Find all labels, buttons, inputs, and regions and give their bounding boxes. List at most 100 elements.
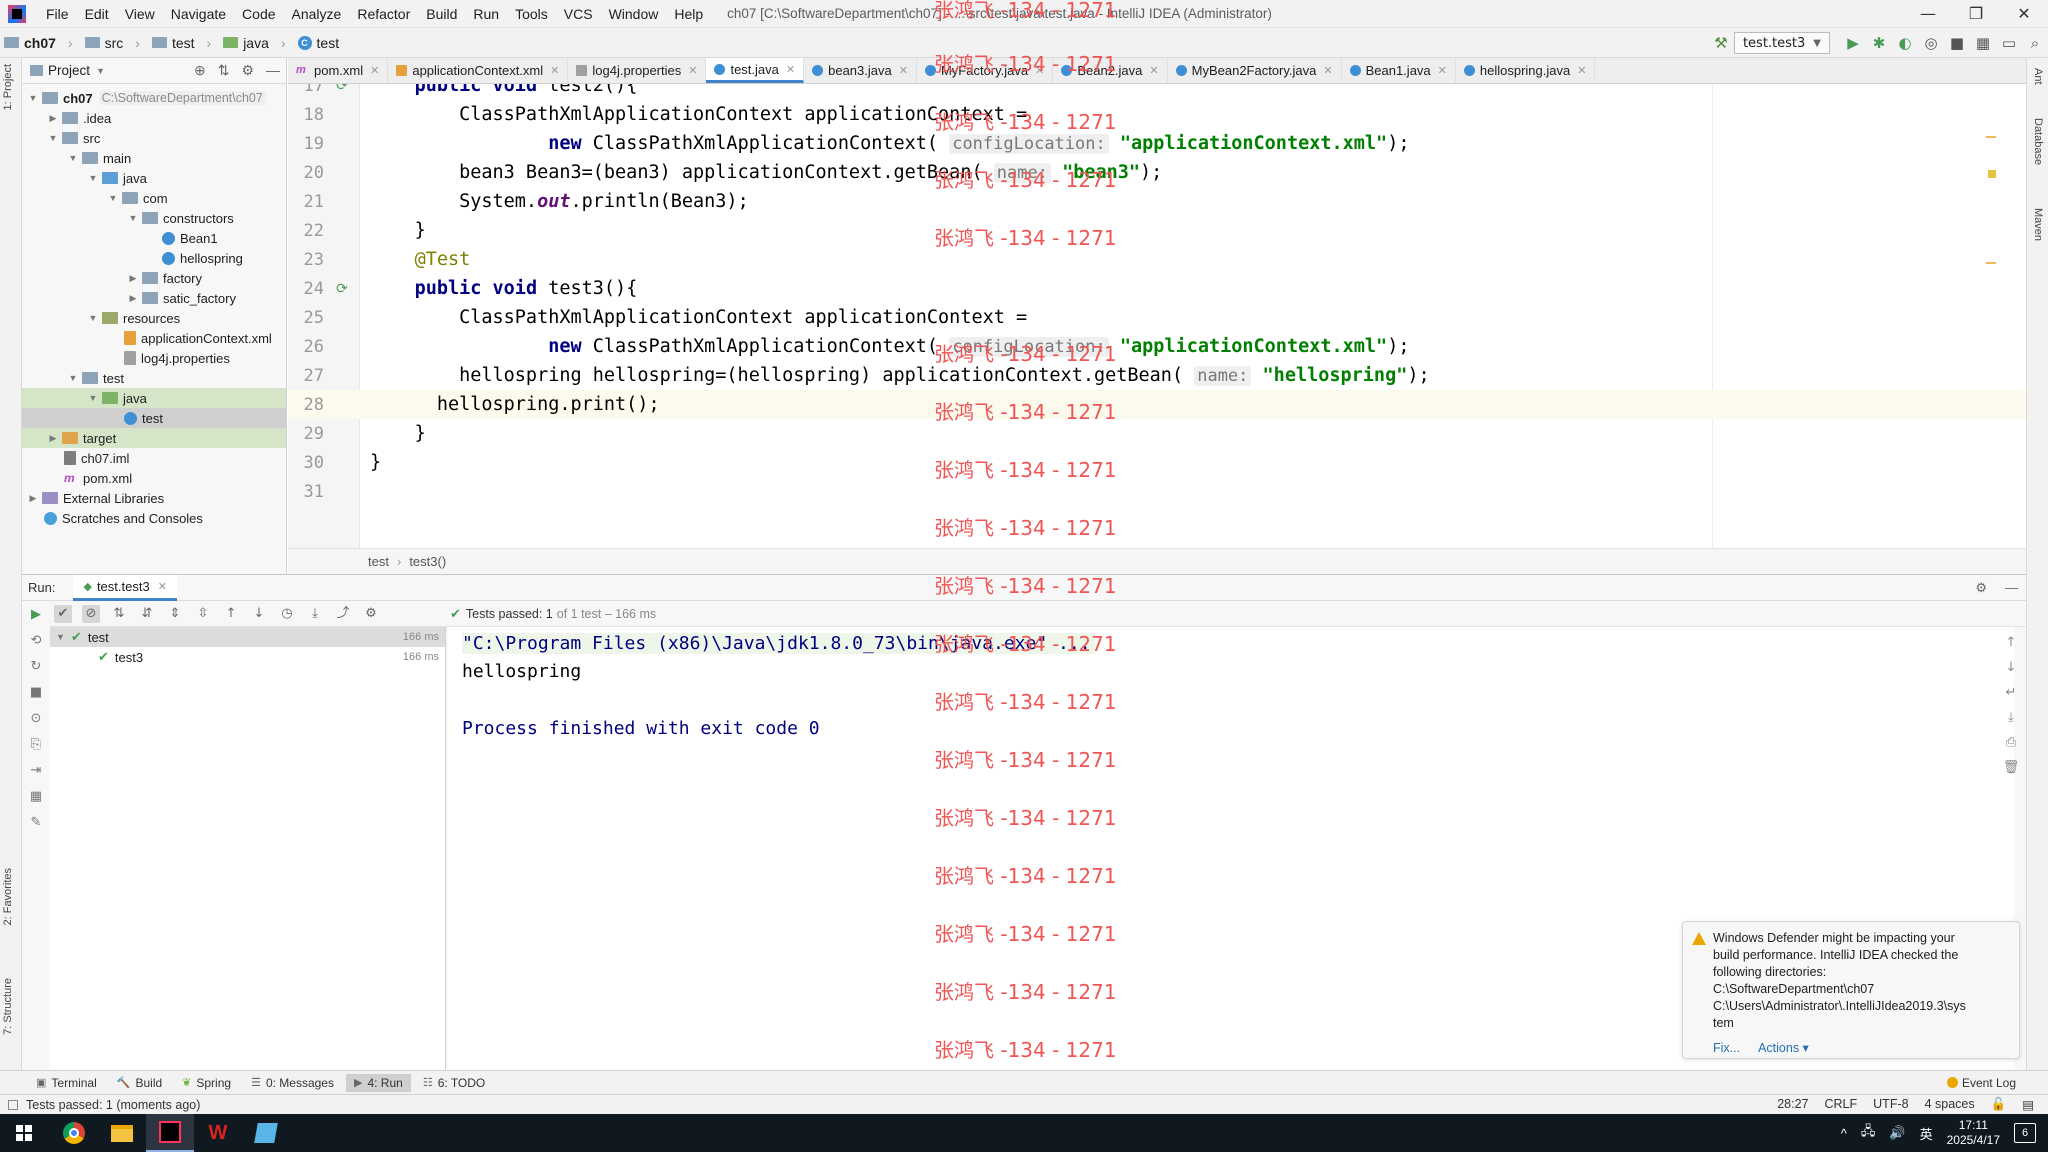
- todo-tab[interactable]: ☷ 6: TODO: [415, 1074, 493, 1092]
- collapse-all-icon[interactable]: ⇳: [194, 605, 212, 623]
- test-suite-row[interactable]: ▼ ✔ test 166 ms: [50, 627, 445, 647]
- menu-build[interactable]: Build: [418, 6, 465, 22]
- tree-item[interactable]: hellospring: [22, 248, 286, 268]
- file-encoding[interactable]: UTF-8: [1873, 1097, 1908, 1112]
- ime-indicator[interactable]: 英: [1920, 1124, 1933, 1143]
- sort-duration-icon[interactable]: ⇵: [138, 605, 156, 623]
- close-icon[interactable]: ✕: [370, 64, 379, 77]
- maximize-button[interactable]: ❐: [1952, 0, 2000, 28]
- trash-icon[interactable]: 🗑: [2003, 760, 2020, 775]
- clock[interactable]: 17:11 2025/4/17: [1947, 1118, 2000, 1148]
- expand-all-icon[interactable]: ⇕: [166, 605, 184, 623]
- layout-icon[interactable]: ▭: [1996, 28, 2022, 58]
- run-config-select[interactable]: test.test3 ▼: [1733, 32, 1830, 54]
- caret-position[interactable]: 28:27: [1777, 1097, 1808, 1112]
- structure-tool-tab[interactable]: 7: Structure: [2, 978, 14, 1035]
- taskbar-explorer[interactable]: [98, 1114, 146, 1152]
- breadcrumb-class[interactable]: test: [368, 554, 389, 569]
- project-panel-title[interactable]: Project: [48, 63, 90, 78]
- chevron-up-icon[interactable]: ^: [1841, 1126, 1847, 1141]
- tree-item[interactable]: ▶ .idea: [22, 108, 286, 128]
- notification-center-icon[interactable]: 6: [2014, 1123, 2036, 1143]
- collapse-all-icon[interactable]: ⇅: [218, 62, 230, 79]
- menu-view[interactable]: View: [117, 6, 163, 22]
- code-line[interactable]: 29 }: [288, 419, 2026, 448]
- database-tool-tab[interactable]: Database: [2032, 118, 2044, 165]
- rerun-icon[interactable]: ▶: [26, 607, 46, 624]
- scroll-to-end-icon[interactable]: ⤓: [2008, 710, 2014, 725]
- tree-item[interactable]: ▶ factory: [22, 268, 286, 288]
- favorites-tool-tab[interactable]: 2: Favorites: [2, 868, 14, 925]
- project-structure-icon[interactable]: ▦: [1970, 28, 1996, 58]
- tree-item[interactable]: ▶ satic_factory: [22, 288, 286, 308]
- indent-setting[interactable]: 4 spaces: [1925, 1097, 1975, 1112]
- line-separator[interactable]: CRLF: [1825, 1097, 1858, 1112]
- code-line[interactable]: 17 ⟳ public void test2(){: [288, 84, 2026, 100]
- tree-item[interactable]: ▶ External Libraries: [22, 488, 286, 508]
- sort-alpha-icon[interactable]: ⇅: [110, 605, 128, 623]
- maven-tool-tab[interactable]: Maven: [2032, 208, 2044, 241]
- code-line-current[interactable]: 28 hellospring.print();: [288, 390, 2026, 419]
- run-tool-tab[interactable]: ▶ 4: Run: [345, 1073, 411, 1092]
- code-line[interactable]: 21 System.out.println(Bean3);: [288, 187, 2026, 216]
- lock-icon[interactable]: 🔓: [1991, 1097, 2007, 1112]
- nav-crumb-test[interactable]: test: [148, 35, 199, 51]
- tool-window-toggle-icon[interactable]: [8, 1099, 18, 1110]
- tree-item[interactable]: ▼ main: [22, 148, 286, 168]
- editor-tab-active[interactable]: test.java ✕: [706, 58, 805, 83]
- close-icon[interactable]: ✕: [1323, 64, 1332, 77]
- code-line[interactable]: 26 new ClassPathXmlApplicationContext( c…: [288, 332, 2026, 361]
- close-icon[interactable]: ✕: [899, 64, 908, 77]
- scroll-marker[interactable]: [1986, 262, 1996, 264]
- tree-item[interactable]: applicationContext.xml: [22, 328, 286, 348]
- tree-item[interactable]: ▼ java: [22, 168, 286, 188]
- editor-tab[interactable]: Bean1.java ✕: [1342, 58, 1456, 83]
- scroll-down-icon[interactable]: ↓: [2006, 660, 2017, 675]
- close-icon[interactable]: ✕: [1149, 64, 1158, 77]
- tree-item[interactable]: Scratches and Consoles: [22, 508, 286, 528]
- previous-icon[interactable]: ↑: [222, 605, 240, 623]
- run-test-gutter-icon[interactable]: ⟳: [324, 84, 360, 94]
- menu-file[interactable]: File: [38, 6, 77, 22]
- code-editor[interactable]: 17 ⟳ public void test2(){ 18 ClassPathXml…: [288, 84, 2026, 548]
- editor-tab[interactable]: applicationContext.xml ✕: [388, 58, 569, 83]
- run-test-gutter-icon[interactable]: ⟳: [324, 281, 360, 297]
- close-icon[interactable]: ✕: [158, 580, 167, 593]
- tree-item[interactable]: ▼ com: [22, 188, 286, 208]
- breadcrumb-method[interactable]: test3(): [409, 554, 446, 569]
- close-icon[interactable]: ✕: [1577, 64, 1586, 77]
- print-icon[interactable]: ⎙: [2006, 735, 2016, 750]
- menu-navigate[interactable]: Navigate: [163, 6, 234, 22]
- hide-icon[interactable]: —: [2005, 580, 2018, 596]
- show-passed-icon[interactable]: ✔: [54, 604, 72, 623]
- editor-tab[interactable]: m pom.xml ✕: [288, 58, 389, 83]
- stop-icon[interactable]: ■: [1944, 28, 1970, 58]
- ant-tool-tab[interactable]: Ant: [2032, 68, 2044, 85]
- show-ignored-icon[interactable]: ⊘: [82, 604, 100, 623]
- menu-vcs[interactable]: VCS: [556, 6, 601, 22]
- editor-tab[interactable]: bean3.java ✕: [804, 58, 917, 83]
- profile-icon[interactable]: ◎: [1918, 28, 1944, 58]
- layout-icon[interactable]: ▦: [26, 789, 46, 806]
- locate-icon[interactable]: ⊕: [194, 62, 206, 79]
- code-line[interactable]: 19 new ClassPathXmlApplicationContext( c…: [288, 129, 2026, 158]
- code-line[interactable]: 20 bean3 Bean3=(bean3) applicationContex…: [288, 158, 2026, 187]
- search-icon[interactable]: ⌕: [2022, 28, 2048, 58]
- menu-window[interactable]: Window: [601, 6, 667, 22]
- event-log-tab[interactable]: Event Log: [1946, 1076, 2016, 1090]
- close-icon[interactable]: ✕: [550, 64, 559, 77]
- close-icon[interactable]: ✕: [1035, 64, 1044, 77]
- spring-tab[interactable]: ❦ Spring: [174, 1074, 239, 1092]
- run-tab[interactable]: ◆ test.test3 ✕: [73, 574, 177, 601]
- taskbar-wps[interactable]: W: [194, 1114, 242, 1152]
- scroll-up-icon[interactable]: ↑: [2006, 635, 2017, 650]
- close-icon[interactable]: ✕: [688, 64, 697, 77]
- test-case-row[interactable]: ✔ test3 166 ms: [50, 647, 445, 667]
- close-button[interactable]: ✕: [2000, 0, 2048, 28]
- nav-crumb-project[interactable]: ch07: [0, 35, 60, 51]
- terminal-tab[interactable]: ▣ Terminal: [28, 1074, 105, 1092]
- history-icon[interactable]: ◷: [278, 605, 296, 623]
- code-line[interactable]: 25 ClassPathXmlApplicationContext applic…: [288, 303, 2026, 332]
- code-line[interactable]: 24 ⟳ public void test3(){: [288, 274, 2026, 303]
- menu-edit[interactable]: Edit: [77, 6, 117, 22]
